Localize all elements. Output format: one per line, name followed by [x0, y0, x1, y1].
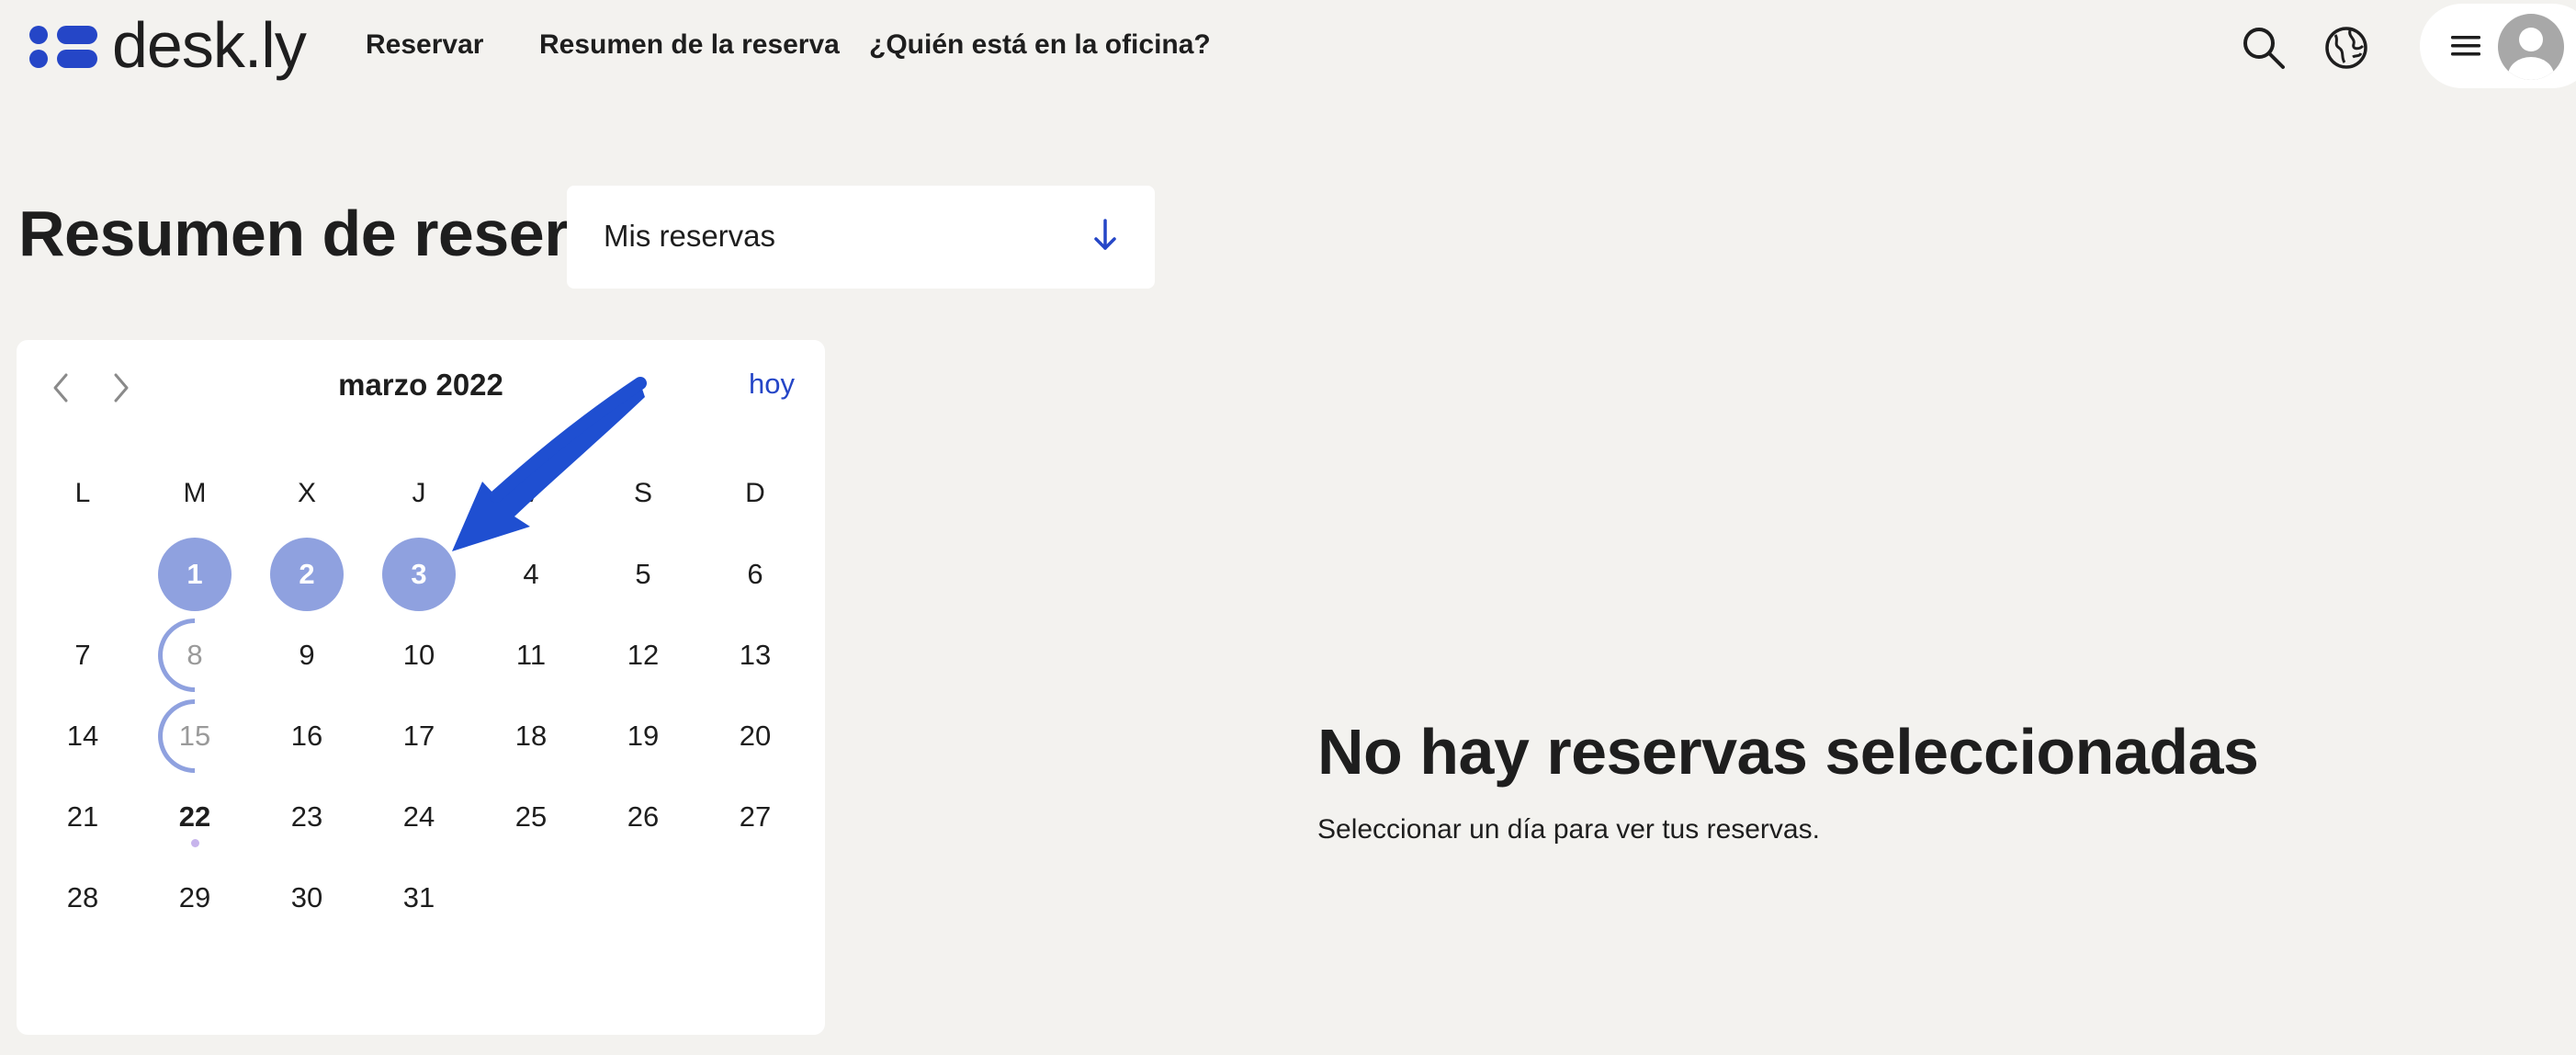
weekday-label: V	[521, 478, 540, 508]
calendar-day-7[interactable]: 7	[46, 618, 119, 692]
calendar-day-26[interactable]: 26	[606, 780, 680, 854]
user-menu[interactable]	[2420, 4, 2576, 88]
calendar-day-4[interactable]: 4	[494, 538, 568, 611]
weekday-label: M	[183, 478, 207, 508]
calendar-day-10[interactable]: 10	[382, 618, 456, 692]
brand-name: desk.ly	[112, 9, 307, 81]
calendar-day-1[interactable]: 1	[158, 538, 232, 611]
empty-state-title: No hay reservas seleccionadas	[1317, 716, 2259, 788]
calendar-day-5[interactable]: 5	[606, 538, 680, 611]
calendar-day-8[interactable]: 8	[158, 618, 232, 692]
top-navigation-bar: desk.ly Reservar Resumen de la reserva ¿…	[0, 0, 2576, 92]
calendar-month-label: marzo 2022	[338, 368, 503, 402]
calendar-day-19[interactable]: 19	[606, 699, 680, 773]
calendar-day-9[interactable]: 9	[270, 618, 344, 692]
calendar-day-14[interactable]: 14	[46, 699, 119, 773]
today-button[interactable]: hoy	[749, 368, 795, 401]
nav-quien-oficina[interactable]: ¿Quién está en la oficina?	[869, 29, 1211, 61]
calendar-day-31[interactable]: 31	[382, 861, 456, 935]
weekday-label: L	[74, 478, 91, 508]
today-indicator-dot	[191, 839, 199, 847]
calendar-day-6[interactable]: 6	[718, 538, 792, 611]
weekday-label: D	[745, 478, 765, 508]
calendar-day-30[interactable]: 30	[270, 861, 344, 935]
nav-reservar[interactable]: Reservar	[366, 29, 483, 61]
calendar-day-12[interactable]: 12	[606, 618, 680, 692]
logo-mark-icon	[29, 22, 103, 68]
search-icon[interactable]	[2236, 20, 2291, 75]
reservations-filter-select[interactable]: Mis reservas	[567, 186, 1155, 289]
empty-state-subtitle: Seleccionar un día para ver tus reservas…	[1317, 814, 1820, 845]
calendar-widget: marzo 2022 hoy LMXJVSD 1 2 3 4 5 6 7 8 9 10 11 12 13…	[17, 340, 825, 1035]
calendar-day-29[interactable]: 29	[158, 861, 232, 935]
calendar-day-23[interactable]: 23	[270, 780, 344, 854]
calendar-day-18[interactable]: 18	[494, 699, 568, 773]
calendar-day-11[interactable]: 11	[494, 618, 568, 692]
calendar-day-20[interactable]: 20	[718, 699, 792, 773]
arrow-down-icon	[1081, 211, 1129, 264]
filter-selected-value: Mis reservas	[604, 219, 776, 253]
calendar-day-13[interactable]: 13	[718, 618, 792, 692]
globe-icon[interactable]	[2319, 20, 2374, 75]
calendar-day-21[interactable]: 21	[46, 780, 119, 854]
avatar-icon[interactable]	[2497, 13, 2565, 81]
menu-icon[interactable]	[2447, 28, 2484, 64]
calendar-day-15[interactable]: 15	[158, 699, 232, 773]
page-title: Resumen de reserva	[18, 198, 639, 269]
calendar-day-2[interactable]: 2	[270, 538, 344, 611]
calendar-day-25[interactable]: 25	[494, 780, 568, 854]
desk-ly-logo[interactable]: desk.ly	[29, 6, 307, 85]
calendar-day-17[interactable]: 17	[382, 699, 456, 773]
calendar-day-16[interactable]: 16	[270, 699, 344, 773]
nav-resumen-reserva[interactable]: Resumen de la reserva	[539, 29, 840, 61]
calendar-day-3[interactable]: 3	[382, 538, 456, 611]
weekday-label: X	[297, 478, 316, 508]
calendar-day-24[interactable]: 24	[382, 780, 456, 854]
calendar-day-28[interactable]: 28	[46, 861, 119, 935]
weekday-label: S	[633, 478, 652, 508]
weekday-label: J	[412, 478, 426, 508]
calendar-day-27[interactable]: 27	[718, 780, 792, 854]
